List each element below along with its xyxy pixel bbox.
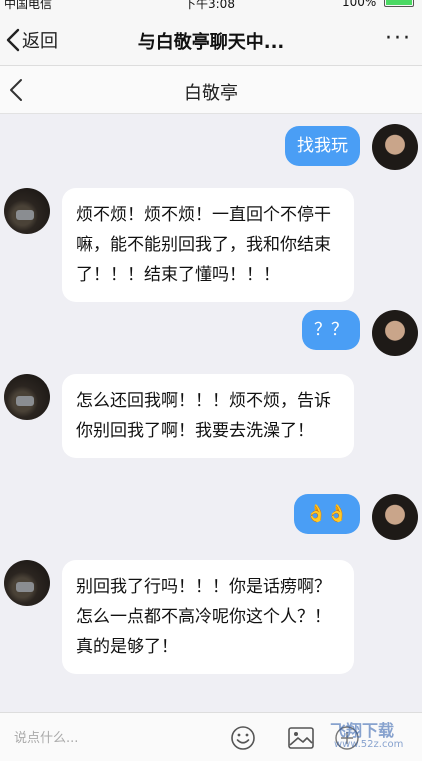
smiley-icon [231,726,255,750]
top-navigation-bar: 返回 与白敬亭聊天中... ··· [0,14,422,66]
message-bubble-sent[interactable]: 找我玩 [285,126,360,166]
watermark-url: www.52z.com [334,739,404,750]
message-bubble-received[interactable]: 烦不烦！烦不烦！一直回个不停干嘛，能不能别回我了，我和你结束了！！！结束了懂吗！… [62,188,354,302]
watermark-title: 飞翔下载 [330,721,395,740]
more-options-button[interactable]: ··· [385,26,412,51]
battery-percent: 100% [342,0,377,9]
battery-icon [384,0,414,7]
message-bubble-received[interactable]: 怎么还回我啊！！！烦不烦，告诉你别回我了啊！我要去洗澡了！ [62,374,354,458]
chat-contact-name: 白敬亭 [184,83,238,104]
image-button[interactable] [287,725,315,755]
my-avatar[interactable] [372,494,418,540]
status-time: 下午3:08 [184,0,235,11]
chat-header: 白敬亭 [0,66,422,114]
my-avatar[interactable] [372,124,418,170]
carrier-label: 中国电信 [4,0,53,11]
message-input[interactable] [14,727,214,749]
contact-avatar[interactable] [4,374,50,420]
contact-avatar[interactable] [4,560,50,606]
message-input-bar: 飞翔下载 www.52z.com [0,712,422,761]
message-list[interactable]: 找我玩 烦不烦！烦不烦！一直回个不停干嘛，能不能别回我了，我和你结束了！！！结束… [0,114,422,712]
status-bar: 中国电信 下午3:08 100% [0,0,422,14]
image-icon [288,727,314,749]
my-avatar[interactable] [372,310,418,356]
page-title: 与白敬亭聊天中... [137,32,285,53]
message-bubble-sent[interactable]: 👌👌 [293,494,360,534]
contact-avatar[interactable] [4,188,50,234]
message-bubble-sent[interactable]: ？？ [302,310,360,350]
message-bubble-received[interactable]: 别回我了行吗！！！你是话痨啊？怎么一点都不高冷呢你这个人？！真的是够了！ [62,560,354,674]
emoji-button[interactable] [230,725,256,755]
